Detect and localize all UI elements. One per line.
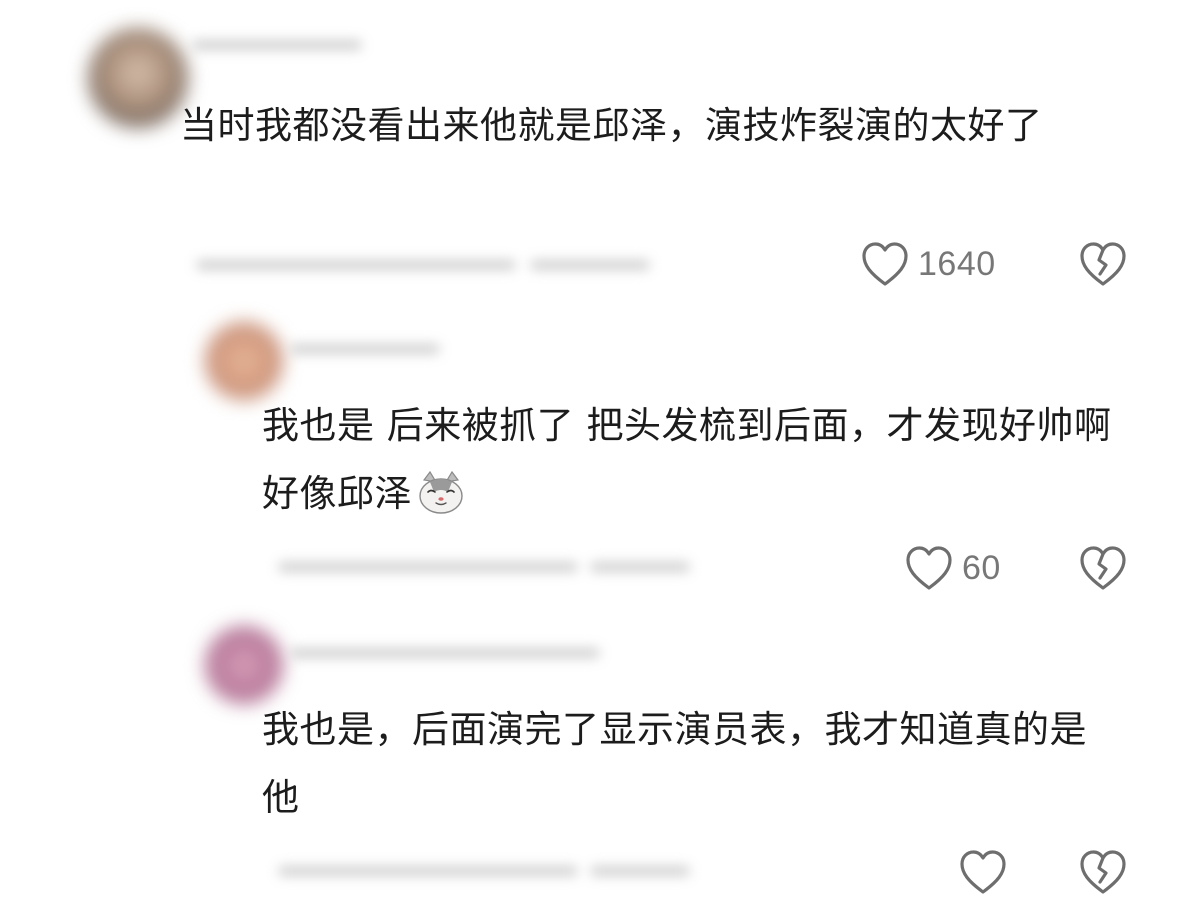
heart-outline-icon: [860, 240, 910, 288]
username-blurred[interactable]: [290, 344, 440, 354]
reply-button-blurred[interactable]: [530, 260, 650, 270]
reply-button-blurred[interactable]: [590, 866, 690, 876]
comment-text: 我也是 后来被抓了 把头发梳到后面，才发现好帅啊 好像邱泽: [262, 392, 1142, 528]
comment-text: 我也是，后面演完了显示演员表，我才知道真的是他: [262, 708, 1087, 819]
like-button[interactable]: 60: [904, 544, 1001, 592]
broken-heart-icon: [1078, 544, 1128, 592]
avatar[interactable]: [205, 322, 283, 400]
broken-heart-icon: [1078, 240, 1128, 288]
comment-text: 当时我都没看出来他就是邱泽，演技炸裂演的太好了: [180, 104, 1043, 147]
like-count: 60: [962, 548, 1001, 587]
like-button[interactable]: [958, 848, 1016, 896]
dislike-button[interactable]: [1078, 544, 1128, 592]
heart-outline-icon: [958, 848, 1008, 896]
username-blurred[interactable]: [290, 648, 600, 658]
reply-button-blurred[interactable]: [590, 562, 690, 572]
heart-outline-icon: [904, 544, 954, 592]
comment-meta-blurred: [278, 562, 578, 572]
dislike-button[interactable]: [1078, 848, 1128, 896]
avatar[interactable]: [205, 626, 283, 704]
broken-heart-icon: [1078, 848, 1128, 896]
comment-meta-blurred: [278, 866, 578, 876]
like-count: 1640: [918, 244, 996, 283]
reply-text: 我也是 后来被抓了 把头发梳到后面，才发现好帅啊 好像邱泽: [262, 404, 1112, 515]
dislike-button[interactable]: [1078, 240, 1128, 288]
comment-meta-blurred: [196, 260, 516, 270]
like-button[interactable]: 1640: [860, 240, 996, 288]
username-blurred[interactable]: [192, 40, 362, 50]
cat-emoji: [416, 470, 466, 516]
avatar[interactable]: [88, 28, 188, 128]
